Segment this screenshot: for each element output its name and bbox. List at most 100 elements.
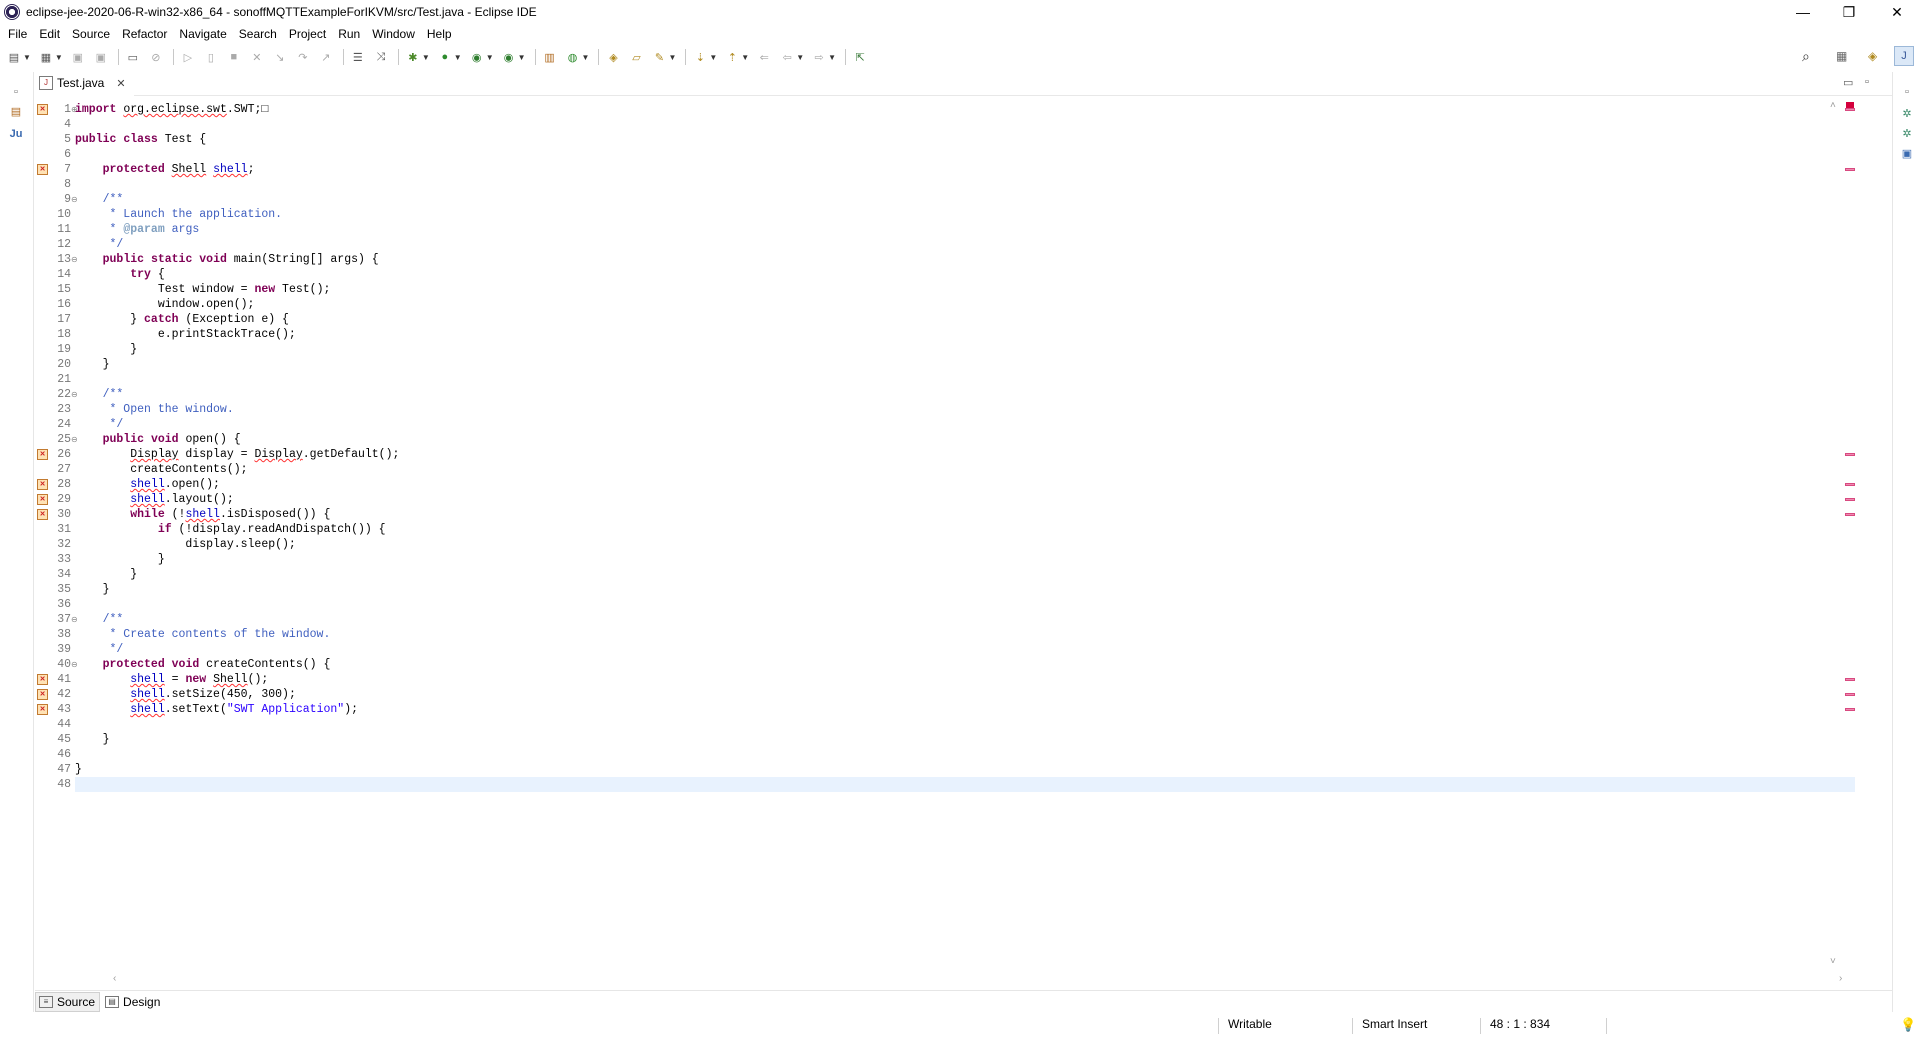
back-icon[interactable]: ⇦: [779, 49, 795, 65]
code-line[interactable]: [75, 777, 1855, 792]
error-marker-icon[interactable]: ✕: [37, 704, 48, 715]
skip-breakpoints-icon[interactable]: ⊘: [148, 49, 164, 65]
pin-editor-icon[interactable]: ⇱: [852, 49, 868, 65]
new-class-dropdown-icon[interactable]: ▼: [582, 53, 590, 62]
forward-icon[interactable]: ⇨: [811, 49, 827, 65]
code-line[interactable]: public void open() {: [75, 432, 241, 447]
previous-annotation-dropdown-icon[interactable]: ▼: [741, 53, 749, 62]
code-line[interactable]: [75, 117, 82, 132]
overview-error-mark[interactable]: [1845, 483, 1855, 486]
code-line[interactable]: shell.setSize(450, 300);: [75, 687, 296, 702]
last-edit-location-icon[interactable]: ⇐: [756, 49, 772, 65]
code-line[interactable]: }: [75, 762, 82, 777]
code-line[interactable]: Test window = new Test();: [75, 282, 331, 297]
open-type-icon[interactable]: ◈: [605, 49, 621, 65]
code-line[interactable]: protected void createContents() {: [75, 657, 331, 672]
external-tools-icon[interactable]: ◉: [501, 49, 517, 65]
debug-dropdown-icon[interactable]: ▼: [422, 53, 430, 62]
open-task-icon[interactable]: ▱: [628, 49, 644, 65]
code-line[interactable]: /**: [75, 612, 124, 627]
properties-icon[interactable]: ▣: [1899, 146, 1915, 162]
outline-icon[interactable]: ✲: [1899, 106, 1915, 122]
previous-annotation-icon[interactable]: ⇡: [724, 49, 740, 65]
overview-ruler[interactable]: [1843, 98, 1857, 973]
minimize-button[interactable]: —: [1780, 0, 1826, 24]
search-icon[interactable]: ⌕: [1802, 48, 1810, 65]
overview-error-mark[interactable]: [1845, 108, 1855, 111]
resume-icon[interactable]: ▷: [180, 49, 196, 65]
tab-source[interactable]: ≡ Source: [35, 991, 101, 1012]
close-tab-icon[interactable]: ✕: [116, 77, 125, 90]
menu-run[interactable]: Run: [332, 24, 366, 44]
scroll-up-icon[interactable]: ˄: [1830, 100, 1836, 111]
code-line[interactable]: import org.eclipse.swt.SWT;□: [75, 102, 268, 117]
code-line[interactable]: }: [75, 567, 137, 582]
menu-edit[interactable]: Edit: [33, 24, 66, 44]
next-annotation-dropdown-icon[interactable]: ▼: [709, 53, 717, 62]
run-icon[interactable]: ●: [437, 49, 453, 65]
step-over-icon[interactable]: ↷: [295, 49, 311, 65]
coverage-dropdown-icon[interactable]: ▼: [486, 53, 494, 62]
code-line[interactable]: */: [75, 417, 124, 432]
external-tools-dropdown-icon[interactable]: ▼: [518, 53, 526, 62]
code-line[interactable]: }: [75, 552, 165, 567]
vertical-scrollbar[interactable]: ˄ ˅: [1827, 98, 1843, 973]
error-marker-icon[interactable]: ✕: [37, 164, 48, 175]
code-line[interactable]: display.sleep();: [75, 537, 295, 552]
new-project-icon[interactable]: ▦: [38, 49, 54, 65]
code-line[interactable]: shell = new Shell();: [75, 672, 268, 687]
menu-window[interactable]: Window: [366, 24, 421, 44]
code-line[interactable]: public class Test {: [75, 132, 206, 147]
code-line[interactable]: public static void main(String[] args) {: [75, 252, 379, 267]
source-text[interactable]: import org.eclipse.swt.SWT;□ public clas…: [75, 98, 1855, 973]
overview-error-mark[interactable]: [1845, 168, 1855, 171]
toggle-block-icon[interactable]: ☰: [350, 49, 366, 65]
task-list-icon[interactable]: ✲: [1899, 126, 1915, 142]
overview-error-mark[interactable]: [1845, 498, 1855, 501]
restore-button[interactable]: ❐: [1826, 0, 1872, 24]
code-line[interactable]: shell.layout();: [75, 492, 234, 507]
new-class-icon[interactable]: ◍: [565, 49, 581, 65]
overview-error-mark[interactable]: [1845, 678, 1855, 681]
terminal-icon[interactable]: ▭: [125, 49, 141, 65]
junit-icon[interactable]: Ju: [8, 126, 24, 142]
menu-project[interactable]: Project: [283, 24, 332, 44]
forward-dropdown-icon[interactable]: ▼: [828, 53, 836, 62]
tab-test-java[interactable]: J Test.java ✕: [35, 72, 134, 96]
insert-mode-status[interactable]: Smart Insert: [1354, 1012, 1427, 1040]
menu-navigate[interactable]: Navigate: [173, 24, 232, 44]
disconnect-icon[interactable]: ✕: [249, 49, 265, 65]
next-annotation-icon[interactable]: ⇣: [692, 49, 708, 65]
code-line[interactable]: try {: [75, 267, 165, 282]
scroll-left-icon[interactable]: ‹: [113, 973, 116, 984]
code-line[interactable]: protected Shell shell;: [75, 162, 255, 177]
new-package-icon[interactable]: ▥: [542, 49, 558, 65]
coverage-icon[interactable]: ◉: [469, 49, 485, 65]
toggle-whitespace-icon[interactable]: ⤨: [373, 49, 389, 65]
menu-refactor[interactable]: Refactor: [116, 24, 173, 44]
code-line[interactable]: while (!shell.isDisposed()) {: [75, 507, 330, 522]
code-line[interactable]: shell.setText("SWT Application");: [75, 702, 358, 717]
code-line[interactable]: /**: [75, 192, 124, 207]
overview-error-mark[interactable]: [1845, 693, 1855, 696]
new-dropdown-icon[interactable]: ▼: [23, 53, 31, 62]
maximize-editor-icon[interactable]: ▫: [1865, 76, 1869, 88]
code-line[interactable]: * Launch the application.: [75, 207, 283, 222]
error-marker-icon[interactable]: ✕: [37, 674, 48, 685]
code-line[interactable]: * Create contents of the window.: [75, 627, 331, 642]
step-return-icon[interactable]: ↗: [318, 49, 334, 65]
java-perspective-icon[interactable]: J: [1894, 46, 1914, 66]
menu-search[interactable]: Search: [233, 24, 283, 44]
new-project-dropdown-icon[interactable]: ▼: [55, 53, 63, 62]
code-line[interactable]: Display display = Display.getDefault();: [75, 447, 399, 462]
code-line[interactable]: e.printStackTrace();: [75, 327, 296, 342]
code-line[interactable]: createContents();: [75, 462, 247, 477]
search-flashlight-icon[interactable]: ✎: [651, 49, 667, 65]
code-line[interactable]: }: [75, 342, 137, 357]
menu-file[interactable]: File: [2, 24, 33, 44]
code-line[interactable]: */: [75, 642, 124, 657]
scroll-right-icon[interactable]: ›: [1839, 973, 1842, 984]
code-line[interactable]: window.open();: [75, 297, 255, 312]
code-line[interactable]: [75, 177, 82, 192]
code-line[interactable]: shell.open();: [75, 477, 220, 492]
